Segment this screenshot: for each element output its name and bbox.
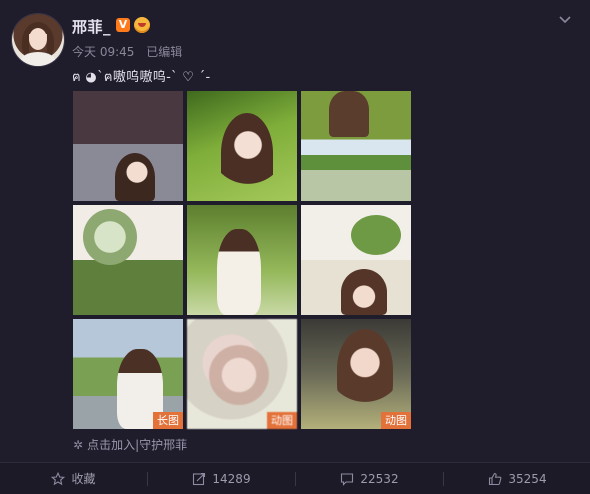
photo-thumbnail[interactable]	[73, 205, 183, 315]
photo-thumbnail[interactable]	[187, 205, 297, 315]
avatar-body	[20, 52, 56, 66]
like-button[interactable]: 35254	[444, 463, 590, 494]
photo-thumbnail[interactable]	[73, 91, 183, 201]
gif-tag: 动图	[267, 412, 297, 429]
chevron-down-icon[interactable]	[558, 13, 572, 27]
photo-thumbnail-long[interactable]: 长图	[73, 319, 183, 429]
favorite-label: 收藏	[71, 472, 96, 486]
guard-link[interactable]: ✲ 点击加入|守护邢菲	[73, 436, 187, 453]
action-bar: 收藏 14289 22532 35254	[0, 462, 590, 494]
guard-label: 点击加入|守护邢菲	[87, 438, 188, 452]
repost-count: 14289	[212, 471, 251, 486]
comment-icon	[340, 472, 354, 486]
edited-label[interactable]: 已编辑	[146, 45, 182, 59]
photo-thumbnail-gif[interactable]: 动图	[187, 319, 297, 429]
favorite-button[interactable]: 收藏	[0, 463, 147, 494]
verified-badge-icon[interactable]: V	[116, 18, 130, 32]
post-text: ฅ ◕`ฅ嗷呜嗷呜-` ♡ ´-	[72, 70, 211, 85]
weibo-post-card: 邢菲_ V 今天 09:45 已编辑 ฅ ◕`ฅ嗷呜嗷呜-` ♡ ´- 长图 动…	[0, 0, 590, 494]
comment-count: 22532	[360, 471, 399, 486]
photo-thumbnail[interactable]	[301, 205, 411, 315]
post-meta: 今天 09:45 已编辑	[72, 43, 190, 60]
photo-thumbnail-gif[interactable]: 动图	[301, 319, 411, 429]
star-outline-icon	[51, 471, 66, 486]
username-link[interactable]: 邢菲_	[72, 16, 111, 37]
photo-thumbnail[interactable]	[301, 91, 411, 201]
member-level-icon[interactable]	[134, 17, 150, 33]
long-image-tag: 长图	[153, 412, 183, 429]
like-count: 35254	[508, 471, 547, 486]
repost-icon	[192, 472, 206, 486]
thumbs-up-icon	[488, 472, 502, 486]
gif-tag: 动图	[381, 412, 411, 429]
image-grid: 长图 动图 动图	[73, 91, 412, 430]
photo-thumbnail[interactable]	[187, 91, 297, 201]
user-avatar[interactable]	[12, 14, 64, 66]
sparkle-icon: ✲	[73, 438, 84, 452]
comment-button[interactable]: 22532	[296, 463, 443, 494]
repost-button[interactable]: 14289	[148, 463, 295, 494]
post-time[interactable]: 今天 09:45	[72, 45, 134, 59]
avatar-face	[29, 28, 47, 50]
